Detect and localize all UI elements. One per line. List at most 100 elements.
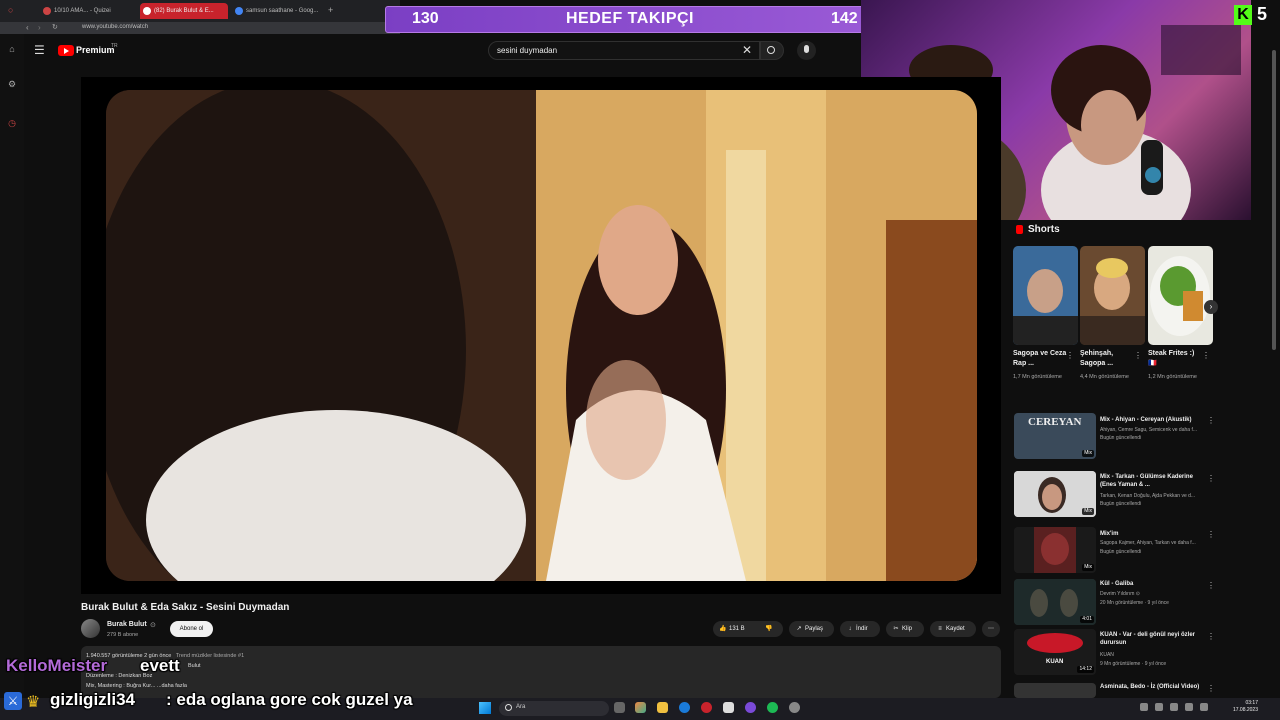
rec-thumbnail[interactable]: CEREYAN Mix (1014, 413, 1096, 459)
rec-channel: KUAN (1100, 652, 1114, 658)
opera-logo-icon[interactable]: ○ (8, 5, 13, 15)
rec-title[interactable]: Asminata, Bedo - İz (Official Video) (1100, 683, 1205, 691)
rec-title[interactable]: Mix - Tarkan - Gülümse Kaderine (Enes Ya… (1100, 473, 1205, 489)
share-button[interactable]: ↗ Paylaş (789, 621, 834, 637)
rec-updated: Bugün güncellendi (1100, 549, 1142, 555)
rec-more-icon[interactable]: ⋮ (1207, 530, 1215, 539)
short-more-icon[interactable]: ⋮ (1066, 351, 1074, 360)
youtube-logo-icon[interactable] (58, 45, 74, 56)
mic-icon (804, 45, 809, 53)
rec-more-icon[interactable]: ⋮ (1207, 684, 1215, 693)
short-title[interactable]: Şehinşah, Sagopa ... (1080, 349, 1134, 369)
rec-title[interactable]: Mix'im (1100, 530, 1205, 538)
windows-start-icon[interactable] (479, 702, 491, 714)
new-tab-icon[interactable]: + (328, 5, 333, 15)
save-label: Kaydet (946, 626, 965, 632)
clip-button[interactable]: ✂ Klip (886, 621, 924, 637)
clip-icon: ✂ (893, 626, 899, 632)
browser-tab[interactable]: samsun saathane - Goog... (232, 3, 324, 19)
browser-tab-active[interactable]: (82) Burak Bulut & E... (140, 3, 228, 19)
back-icon[interactable]: ‹ (26, 23, 29, 32)
browser-tab[interactable]: 10/10 AMA... - Quizei (40, 3, 135, 19)
task-view-icon[interactable] (614, 702, 625, 713)
browser-sidebar: ⌂ ⚙ ◷ (0, 34, 24, 698)
trend-badge[interactable]: Trend müzikler listesinde #1 (176, 653, 244, 659)
short-more-icon[interactable]: ⋮ (1202, 351, 1210, 360)
tray-icon[interactable] (1155, 703, 1163, 711)
short-more-icon[interactable]: ⋮ (1134, 351, 1142, 360)
rec-updated: Bugün güncellendi (1100, 501, 1142, 507)
like-icon[interactable]: 👍 (717, 621, 729, 637)
home-icon[interactable]: ⌂ (7, 44, 17, 54)
settings-app-icon[interactable] (789, 702, 800, 713)
menu-icon[interactable]: ☰ (34, 44, 46, 56)
share-label: Paylaş (805, 626, 824, 632)
widgets-icon[interactable] (635, 702, 646, 713)
wifi-icon[interactable] (1185, 703, 1193, 711)
forward-icon[interactable]: › (38, 23, 41, 32)
premium-label[interactable]: Premium (76, 45, 115, 55)
rec-more-icon[interactable]: ⋮ (1207, 581, 1215, 590)
opera-icon[interactable] (701, 702, 712, 713)
mix-badge: Mix (1082, 564, 1094, 571)
rec-more-icon[interactable]: ⋮ (1207, 416, 1215, 425)
url-field[interactable]: www.youtube.com/watch (82, 24, 148, 30)
moderator-badge-icon: ⚔ (4, 692, 22, 710)
short-thumbnail[interactable] (1013, 246, 1078, 345)
rec-title[interactable]: Kül - Galiba (1100, 580, 1205, 588)
shorts-next-icon[interactable]: › (1204, 300, 1218, 314)
tab-label: samsun saathane - Goog... (246, 8, 319, 14)
rec-channels: Sagopa Kajmer, Ahiyan, Tarkan ve daha f.… (1100, 540, 1196, 546)
rec-title[interactable]: KUAN - Var - deli gönül neyi özler durur… (1100, 631, 1205, 647)
more-actions-button[interactable]: ⋯ (982, 621, 1000, 637)
settings-icon[interactable]: ⚙ (7, 79, 17, 89)
rec-updated: Bugün güncellendi (1100, 435, 1142, 441)
reload-icon[interactable]: ↻ (52, 23, 58, 31)
download-button[interactable]: ↓ İndir (840, 621, 880, 637)
edge-icon[interactable] (679, 702, 690, 713)
file-explorer-icon[interactable] (657, 702, 668, 713)
channel-name[interactable]: Burak Bulut (107, 621, 147, 628)
rec-thumbnail[interactable]: 4:01 (1014, 579, 1096, 625)
short-title[interactable]: Steak Frites :) 🇫🇷 (1148, 349, 1202, 369)
subscribe-button[interactable]: Abone ol (170, 621, 213, 637)
channel-avatar[interactable] (81, 619, 100, 638)
rec-thumbnail[interactable]: Mix (1014, 527, 1096, 573)
dislike-icon[interactable]: 👎 (765, 621, 772, 637)
obs-icon[interactable] (745, 702, 756, 713)
tab-label: 10/10 AMA... - Quizei (54, 8, 111, 14)
short-thumbnail[interactable] (1148, 246, 1213, 345)
rec-thumbnail[interactable] (1014, 683, 1096, 698)
short-views: 1,2 Mn görüntüleme (1148, 374, 1197, 380)
short-title[interactable]: Sagopa ve Ceza Rap ... (1013, 349, 1067, 369)
clock[interactable]: 03:17 17.08.2023 (1228, 700, 1258, 714)
save-button[interactable]: ≡ Kaydet (930, 621, 976, 637)
chat-username: gizligizli34 (50, 690, 136, 709)
thumb-text: KUAN (1046, 659, 1064, 665)
tab-favicon-icon (43, 7, 51, 15)
store-icon[interactable] (723, 702, 734, 713)
clear-search-icon[interactable]: ✕ (742, 43, 752, 57)
video-title: Burak Bulut & Eda Sakız - Sesini Duymada… (81, 602, 290, 613)
page-scrollbar[interactable] (1272, 50, 1276, 350)
spotify-icon[interactable] (767, 702, 778, 713)
short-thumbnail[interactable] (1080, 246, 1145, 345)
rec-more-icon[interactable]: ⋮ (1207, 632, 1215, 641)
history-icon[interactable]: ◷ (7, 118, 17, 128)
short-thumb-image (1148, 246, 1213, 345)
rec-title[interactable]: Mix - Ahiyan - Cereyan (Akustik) (1100, 416, 1205, 424)
clip-label: Klip (902, 626, 913, 632)
search-query: sesini duymadan (497, 46, 558, 55)
tray-icon[interactable] (1140, 703, 1148, 711)
rec-thumbnail[interactable]: KUAN 14:12 (1014, 629, 1096, 675)
short-views: 1,7 Mn görüntüleme (1013, 374, 1062, 380)
like-count[interactable]: 131 B (729, 626, 745, 632)
tab-label: (82) Burak Bulut & E... (154, 8, 214, 14)
rec-thumbnail[interactable]: Mix (1014, 471, 1096, 517)
search-icon (767, 46, 775, 54)
like-dislike-group: 👍 131 B 👎 (713, 621, 783, 637)
rec-more-icon[interactable]: ⋮ (1207, 474, 1215, 483)
volume-icon[interactable] (1200, 703, 1208, 711)
video-frame-image[interactable] (106, 90, 977, 581)
tray-icon[interactable] (1170, 703, 1178, 711)
